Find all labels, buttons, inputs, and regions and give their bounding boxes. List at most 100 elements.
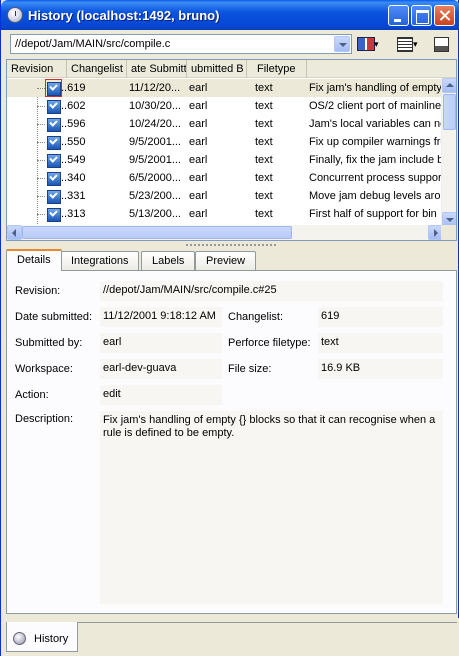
filetype-label: Perforce filetype: [228,337,311,349]
column-header-user[interactable]: ubmitted B [187,60,247,78]
columns-icon[interactable] [395,35,421,53]
workspace-label: Workspace: [15,363,73,375]
column-header-changelist[interactable]: Changelist [67,60,127,78]
table-row[interactable]: ..340 6/5/2000... earl text Concurrent proce… [7,169,443,187]
revision-value[interactable]: //depot/Jam/MAIN/src/compile.c#25 [100,281,443,301]
revision-cell: ..619 [61,82,86,94]
tab-history[interactable]: History [6,622,78,652]
revision-label: Revision: [15,285,61,297]
filesize-value[interactable]: 16.9 KB [318,359,443,379]
description-cell: First half of support for bin [309,208,437,220]
submitted-value[interactable]: earl [100,333,222,353]
table-row[interactable]: ..331 5/23/200... earl text Move jam debug l… [7,187,443,205]
revision-grid: Revision Changelist ate Submitte ubmitte… [6,59,457,241]
date-cell: 11/12/20... [129,82,181,94]
user-cell: earl [189,154,208,166]
user-cell: earl [189,190,208,202]
revision-cell: ..331 [61,190,86,202]
date-cell: 10/30/20... [129,100,181,112]
pane-splitter[interactable] [1,242,459,248]
user-cell: earl [189,100,208,112]
table-row[interactable]: ..596 10/24/20... earl text Jam's local vari… [7,115,443,133]
description-cell: Move jam debug levels arou [309,190,443,202]
table-row[interactable]: ..619 11/12/20... earl text Fix jam's handli… [7,79,443,97]
description-cell: Finally, fix the jam include b [309,154,443,166]
clock-icon [13,632,26,645]
revision-cell: ..550 [61,136,86,148]
filetype-cell: text [255,154,273,166]
filesize-label: File size: [228,363,272,375]
scroll-left-icon[interactable] [7,225,22,240]
tree-line [37,214,45,215]
window-title: History (localhost:1492, bruno) [28,8,220,23]
revision-cell: ..340 [61,172,86,184]
history-tab-label: History [34,633,69,645]
date-cell: 9/5/2001... [129,154,181,166]
user-cell: earl [189,136,208,148]
action-value[interactable]: edit [100,385,222,405]
user-cell: earl [189,82,208,94]
column-header-date[interactable]: ate Submitte [127,60,187,78]
column-header-filetype[interactable]: Filetype [247,60,307,78]
tree-line [37,88,45,89]
clock-icon [7,7,23,23]
bottom-tab-strip: History [1,618,459,656]
user-cell: earl [189,118,208,130]
tree-line [37,124,45,125]
details-panel: Revision: //depot/Jam/MAIN/src/compile.c… [6,270,457,614]
description-cell: OS/2 client port of mainline [309,100,442,112]
column-header-revision[interactable]: Revision [7,60,67,78]
title-bar[interactable]: History (localhost:1492, bruno) [1,0,459,30]
filetype-cell: text [255,208,273,220]
book-icon[interactable] [355,35,381,53]
revision-cell: ..596 [61,118,86,130]
filetype-cell: text [255,118,273,130]
vertical-scrollbar[interactable] [441,78,456,227]
changelist-value[interactable]: 619 [318,307,443,327]
filetype-cell: text [255,172,273,184]
maximize-button[interactable] [411,5,432,26]
description-cell: Jam's local variables can no [309,118,443,130]
table-row[interactable]: ..602 10/30/20... earl text OS/2 client port… [7,97,443,115]
submitted-label: Submitted by: [15,337,83,349]
horizontal-scrollbar[interactable] [7,225,443,240]
description-cell: Concurrent process suppor [309,172,442,184]
scroll-up-icon[interactable] [442,78,456,93]
tree-line [37,160,45,161]
workspace-value[interactable]: earl-dev-guava [100,359,222,379]
date-cell: 10/24/20... [129,118,181,130]
description-cell: Fix up compiler warnings fro [309,136,443,148]
column-header-description[interactable] [307,60,456,78]
date-cell: 5/23/200... [129,190,181,202]
revision-cell: ..313 [61,208,86,220]
description-value[interactable]: Fix jam's handling of empty {} blocks so… [100,411,443,604]
tab-labels[interactable]: Labels [141,251,196,270]
filetype-value[interactable]: text [318,333,443,353]
vertical-scroll-thumb[interactable] [443,94,456,130]
tree-line [37,178,45,179]
horizontal-scroll-thumb[interactable] [22,226,292,239]
filetype-cell: text [255,100,273,112]
layout-icon[interactable] [433,35,449,53]
table-row[interactable]: ..313 5/13/200... earl text First half of su… [7,205,443,223]
close-button[interactable] [434,5,455,26]
tree-line [37,142,45,143]
tree-line [37,106,45,107]
minimize-button[interactable] [388,5,409,26]
path-combobox[interactable]: //depot/Jam/MAIN/src/compile.c [10,34,352,54]
table-row[interactable]: ..550 9/5/2001... earl text Fix up compiler … [7,133,443,151]
filetype-cell: text [255,82,273,94]
scroll-corner [441,225,456,240]
table-row[interactable]: ..549 9/5/2001... earl text Finally, fix the… [7,151,443,169]
user-cell: earl [189,208,208,220]
tab-integrations[interactable]: Integrations [60,251,140,270]
revision-cell: ..602 [61,100,86,112]
description-cell: Fix jam's handling of empty [309,82,442,94]
chevron-down-icon[interactable] [334,36,350,52]
filetype-cell: text [255,136,273,148]
tab-details[interactable]: Details [6,249,62,271]
tab-preview[interactable]: Preview [195,251,257,270]
detail-tabs: Details Integrations Labels Preview [6,249,457,271]
path-toolbar: //depot/Jam/MAIN/src/compile.c [5,32,456,56]
date-value[interactable]: 11/12/2001 9:18:12 AM [100,307,222,327]
